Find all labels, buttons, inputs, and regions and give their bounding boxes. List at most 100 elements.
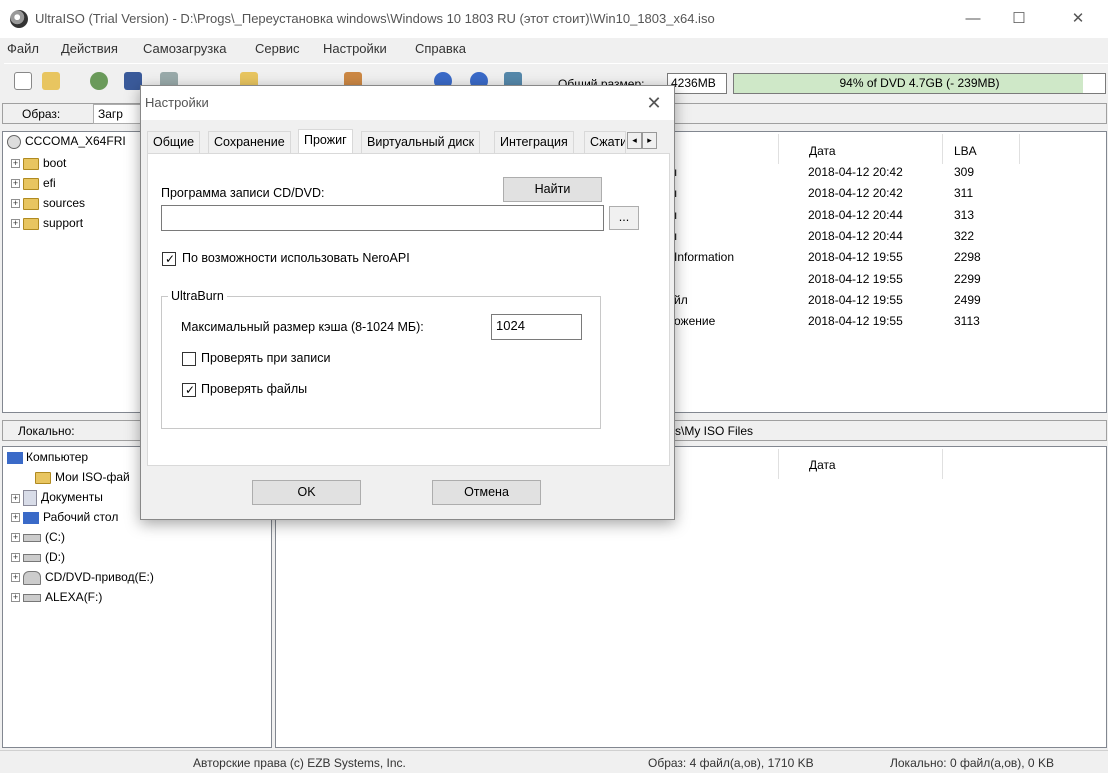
menu-bootable[interactable]: Самозагрузка — [143, 41, 226, 56]
dialog-title: Настройки — [145, 95, 209, 110]
tree-drive-c[interactable]: + (C:) — [11, 530, 65, 550]
folder-icon — [23, 217, 39, 230]
ultraiso-app-icon — [10, 10, 28, 28]
file-date-cell: 2018-04-12 20:44 — [808, 207, 903, 222]
menu-options[interactable]: Настройки — [323, 41, 387, 56]
browse-button[interactable]: ... — [609, 206, 639, 230]
expand-icon[interactable]: + — [11, 513, 20, 523]
close-button[interactable]: ✕ — [1055, 0, 1101, 38]
menu-file[interactable]: Файл — [7, 41, 39, 56]
drive-icon — [23, 553, 41, 562]
status-image-info: Образ: 4 файл(а,ов), 1710 KB — [648, 756, 814, 770]
tree-folder-support[interactable]: + support — [11, 216, 83, 236]
ok-button[interactable]: OK — [252, 480, 361, 505]
tree-label: (C:) — [45, 530, 65, 544]
tree-label: Документы — [41, 490, 103, 505]
file-name-cell: ожение — [674, 314, 716, 329]
verify-files-checkbox[interactable]: ✓ — [182, 383, 196, 397]
tree-drive-e[interactable]: + CD/DVD-привод(E:) — [11, 570, 154, 590]
tree-label: ALEXA(F:) — [45, 590, 103, 604]
tab-compression[interactable]: Сжати — [584, 131, 626, 153]
local-column-date[interactable]: Дата — [778, 449, 943, 479]
verify-write-checkbox[interactable] — [182, 352, 196, 366]
file-date-cell: 2018-04-12 19:55 — [808, 314, 903, 329]
tab-general[interactable]: Общие — [147, 131, 201, 153]
menu-help[interactable]: Справка — [415, 41, 466, 56]
tab-scroll-left-icon[interactable]: ◂ — [627, 132, 642, 149]
expand-icon[interactable]: + — [11, 219, 20, 229]
file-lba-cell: 311 — [954, 186, 974, 201]
menu-actions[interactable]: Действия — [61, 41, 118, 56]
local-path: s\My ISO Files — [675, 424, 754, 438]
tree-drive-d[interactable]: + (D:) — [11, 550, 65, 570]
verify-files-label: Проверять файлы — [201, 382, 308, 396]
tab-scroll-right-icon[interactable]: ▸ — [642, 132, 657, 149]
cancel-button[interactable]: Отмена — [432, 480, 541, 505]
expand-icon[interactable]: + — [11, 593, 20, 603]
tree-label: Мои ISO-фай — [55, 470, 130, 484]
tree-folder-efi[interactable]: + efi — [11, 176, 56, 196]
status-local-info: Локально: 0 файл(а,ов), 0 KB — [890, 756, 1054, 770]
tree-label: (D:) — [45, 550, 65, 564]
find-button[interactable]: Найти — [503, 177, 602, 202]
dialog-close-button[interactable]: ✕ — [641, 90, 667, 116]
tree-computer[interactable]: Компьютер — [7, 450, 88, 470]
expand-icon[interactable]: + — [11, 573, 20, 583]
column-date[interactable]: Дата — [778, 134, 943, 164]
menu-tools[interactable]: Сервис — [255, 41, 300, 56]
folder-icon — [23, 157, 39, 170]
window-title: UltraISO (Trial Version) - D:\Progs\_Пер… — [35, 11, 715, 26]
status-copyright: Авторские права (c) EZB Systems, Inc. — [193, 756, 406, 770]
tree-documents[interactable]: + Документы — [11, 490, 103, 510]
cd-extract-icon[interactable] — [90, 72, 108, 90]
tab-virtual-drive[interactable]: Виртуальный диск — [361, 131, 481, 153]
tree-label: Компьютер — [26, 450, 89, 464]
tree-drive-f[interactable]: + ALEXA(F:) — [11, 590, 102, 610]
folder-icon — [23, 197, 39, 210]
file-lba-cell: 313 — [954, 207, 975, 222]
new-file-icon[interactable] — [14, 72, 32, 90]
maximize-button[interactable]: ☐ — [996, 0, 1042, 38]
tree-folder-sources[interactable]: + sources — [11, 196, 85, 216]
checkmark-icon: ✓ — [165, 252, 176, 266]
open-folder-icon[interactable] — [42, 72, 60, 90]
tab-saving[interactable]: Сохранение — [208, 131, 291, 153]
status-bar: Авторские права (c) EZB Systems, Inc. Об… — [0, 750, 1108, 773]
folder-icon — [35, 471, 51, 484]
tree-desktop[interactable]: + Рабочий стол — [11, 510, 118, 530]
dialog-title-bar: Настройки ✕ — [141, 86, 674, 120]
expand-icon[interactable]: + — [11, 199, 20, 209]
file-lba-cell: 2299 — [954, 271, 981, 286]
cache-size-input[interactable]: 1024 — [491, 314, 582, 340]
expand-icon[interactable]: + — [11, 553, 20, 563]
image-label: Образ: — [22, 107, 61, 121]
expand-icon[interactable]: + — [11, 159, 20, 169]
tree-my-iso[interactable]: Мои ISO-фай — [35, 470, 130, 490]
minimize-button[interactable]: — — [950, 0, 996, 38]
folder-label: sources — [43, 196, 86, 210]
tab-burning[interactable]: Прожиг — [298, 129, 353, 154]
folder-label: support — [43, 216, 84, 230]
checkmark-icon: ✓ — [185, 383, 196, 397]
verify-write-label: Проверять при записи — [201, 351, 331, 365]
disc-usage-text: 94% of DVD 4.7GB (- 239MB) — [839, 76, 1000, 90]
tree-root[interactable]: CCCOMA_X64FRI — [7, 134, 126, 154]
file-lba-cell: 2298 — [954, 250, 981, 265]
burner-path-input[interactable] — [161, 205, 604, 231]
expand-icon[interactable]: + — [11, 533, 20, 543]
file-lba-cell: 3113 — [954, 314, 980, 329]
ultraburn-group-label: UltraBurn — [168, 289, 227, 303]
expand-icon[interactable]: + — [11, 493, 20, 503]
file-date-cell: 2018-04-12 19:55 — [808, 292, 903, 307]
tree-folder-boot[interactable]: + boot — [11, 156, 66, 176]
file-date-cell: 2018-04-12 19:55 — [808, 250, 903, 265]
tab-integration[interactable]: Интеграция — [494, 131, 574, 153]
cd-icon — [7, 134, 21, 149]
nero-api-checkbox[interactable]: ✓ — [162, 252, 176, 266]
file-lba-cell: 322 — [954, 228, 975, 243]
settings-dialog: Настройки ✕ Общие Сохранение Прожиг Вирт… — [140, 85, 675, 520]
cache-size-label: Максимальный размер кэша (8-1024 МБ): — [181, 320, 424, 334]
column-lba[interactable]: LBA — [944, 134, 1020, 164]
expand-icon[interactable]: + — [11, 179, 20, 189]
folder-icon — [23, 177, 39, 190]
